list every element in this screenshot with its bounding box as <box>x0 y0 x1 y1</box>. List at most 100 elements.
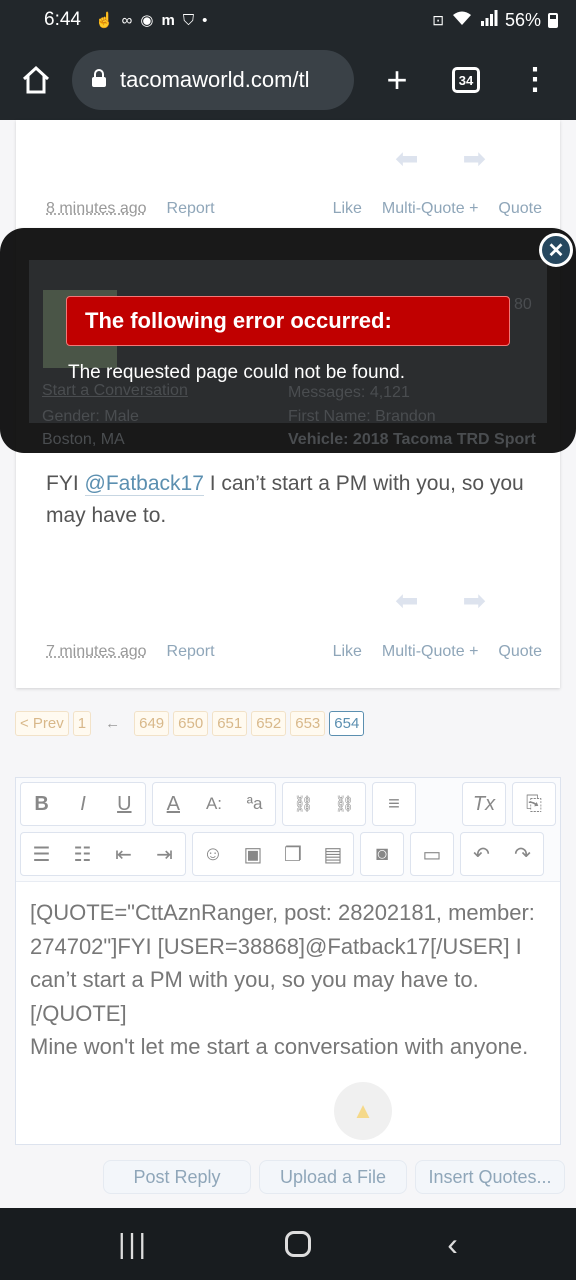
post-message: FYI @Fatback17 I can’t start a PM with y… <box>46 468 526 532</box>
smiley-icon[interactable]: ☺ <box>195 843 231 866</box>
dot-icon: • <box>202 11 208 29</box>
indent-icon[interactable]: ⇥ <box>147 842 183 867</box>
reply-editor: B I U A A: ªa ⛓ ⛓ ≡ Tx ⎘ ☰ ☷ ⇤ ⇥ ☺ ▣ ❐ ▤… <box>15 777 561 1145</box>
user-vehicle: Vehicle: 2018 Tacoma TRD Sport <box>288 431 536 448</box>
user-mention-link[interactable]: @Fatback17 <box>84 472 204 496</box>
lock-icon <box>92 67 106 93</box>
undo-icon[interactable]: ↶ <box>464 842 500 867</box>
font-size-icon[interactable]: A: <box>196 794 232 814</box>
page-button[interactable]: 649 <box>134 711 170 736</box>
redo-icon[interactable]: ↷ <box>505 842 541 867</box>
post-nav-arrows: ⬅➡ <box>395 584 530 617</box>
back-icon[interactable]: ‹ <box>447 1226 458 1263</box>
page-button[interactable]: 653 <box>290 711 326 736</box>
error-title: The following error occurred: <box>66 296 510 346</box>
align-icon[interactable]: ≡ <box>376 793 412 816</box>
page-1-button[interactable]: 1 <box>72 711 92 736</box>
save-draft-icon[interactable]: ▭ <box>414 842 450 867</box>
user-badge: 80 <box>514 296 532 313</box>
underline-icon[interactable]: U <box>106 793 142 816</box>
image-icon[interactable]: ▣ <box>235 842 271 867</box>
tab-switcher-button[interactable]: 34 <box>452 67 480 93</box>
more-menu-button[interactable]: ⋮ <box>520 65 550 95</box>
url-bar[interactable]: tacomaworld.com/tl <box>72 50 354 110</box>
scroll-to-top-button[interactable]: ▲ <box>334 1082 392 1140</box>
format-group: B I U <box>20 782 146 826</box>
wifi-icon <box>451 10 473 31</box>
system-nav-bar: ||| ‹ <box>0 1208 576 1280</box>
user-messages: Messages: 4,121 <box>288 384 410 401</box>
post-time[interactable]: 8 minutes ago <box>46 200 147 218</box>
insert-quotes-button[interactable]: Insert Quotes... <box>415 1160 565 1194</box>
home-icon <box>22 65 50 94</box>
user-first-name: First Name: Brandon <box>288 408 436 425</box>
link-group: ⛓ ⛓ <box>282 782 366 826</box>
arrow-right-icon[interactable]: ➡ <box>463 585 530 616</box>
hand-icon: ☝ <box>94 12 114 29</box>
close-overlay-button[interactable]: ✕ <box>539 233 573 267</box>
bold-icon[interactable]: B <box>24 793 60 816</box>
toggle-bbcode-group: ⎘ <box>512 782 556 826</box>
pagination: < Prev 1 ← 649 650 651 652 653 654 <box>15 711 365 736</box>
outdent-icon[interactable]: ⇤ <box>106 842 142 867</box>
editor-textarea[interactable]: [QUOTE="CttAznRanger, post: 28202181, me… <box>30 896 550 1064</box>
recent-apps-icon[interactable]: ||| <box>118 1228 149 1260</box>
page-button[interactable]: 651 <box>212 711 248 736</box>
upload-file-button[interactable]: Upload a File <box>259 1160 407 1194</box>
arrow-left-icon[interactable]: ⬅ <box>395 585 462 616</box>
bullet-list-icon[interactable]: ☰ <box>24 842 60 867</box>
post-meta: 8 minutes ago Report Like Multi-Quote + … <box>46 200 542 218</box>
report-link[interactable]: Report <box>167 200 215 218</box>
battery-percent: 56% <box>504 9 541 30</box>
italic-icon[interactable]: I <box>65 793 101 816</box>
quote-link[interactable]: Quote <box>498 643 542 661</box>
align-group: ≡ <box>372 782 416 826</box>
prev-page-button[interactable]: < Prev <box>15 711 69 736</box>
insert-group: ☺ ▣ ❐ ▤ <box>192 832 354 876</box>
history-group: ↶ ↷ <box>460 832 544 876</box>
page-jump-arrow[interactable]: ← <box>95 715 130 732</box>
status-right: ⊡ 56% <box>432 9 558 31</box>
code-icon[interactable]: ▤ <box>315 842 351 867</box>
infinity-icon: ∞ <box>121 11 133 29</box>
post-nav-arrows: ⬅➡ <box>395 142 530 175</box>
chevron-up-icon: ▲ <box>352 1098 374 1123</box>
url-text: tacomaworld.com/tl <box>120 67 310 92</box>
like-link[interactable]: Like <box>333 200 362 218</box>
link-icon[interactable]: ⛓ <box>286 794 322 814</box>
post-time[interactable]: 7 minutes ago <box>46 643 147 661</box>
media-icon[interactable]: ❐ <box>275 842 311 867</box>
post-reply-button[interactable]: Post Reply <box>103 1160 251 1194</box>
lock-status-icon: ⊡ <box>432 11 444 28</box>
close-icon: ✕ <box>547 239 565 262</box>
browser-toolbar: tacomaworld.com/tl + 34 ⋮ <box>0 40 576 120</box>
numbered-list-icon[interactable]: ☷ <box>65 842 101 867</box>
list-group: ☰ ☷ ⇤ ⇥ <box>20 832 186 876</box>
photo-group: ◙ <box>360 832 404 876</box>
arrow-left-icon[interactable]: ⬅ <box>395 143 462 174</box>
quote-link[interactable]: Quote <box>498 200 542 218</box>
arrow-right-icon[interactable]: ➡ <box>463 143 530 174</box>
current-page: 654 <box>329 711 365 736</box>
report-link[interactable]: Report <box>167 643 215 661</box>
error-message: The requested page could not be found. <box>68 362 405 383</box>
remove-format-icon[interactable]: Tx <box>466 793 502 816</box>
multiquote-link[interactable]: Multi-Quote + <box>382 200 478 218</box>
font-family-icon[interactable]: ªa <box>237 794 273 814</box>
page-button[interactable]: 650 <box>173 711 209 736</box>
text-color-icon[interactable]: A <box>155 793 191 816</box>
save-group: ▭ <box>410 832 454 876</box>
home-button[interactable] <box>0 40 72 120</box>
unlink-icon[interactable]: ⛓ <box>327 794 363 814</box>
home-nav-icon[interactable] <box>285 1231 312 1257</box>
page-button[interactable]: 652 <box>251 711 287 736</box>
plus-icon: + <box>386 59 408 100</box>
new-tab-button[interactable]: + <box>362 59 432 101</box>
bbcode-toggle-icon[interactable]: ⎘ <box>516 793 552 816</box>
multiquote-link[interactable]: Multi-Quote + <box>382 643 478 661</box>
post-text-prefix: FYI <box>46 472 85 495</box>
camera-icon[interactable]: ◙ <box>364 843 400 866</box>
like-link[interactable]: Like <box>333 643 362 661</box>
status-bar: 6:44 ☝ ∞ ◉ m ⛉ • ⊡ 56% <box>0 0 576 40</box>
user-gender: Gender: Male <box>42 408 139 425</box>
